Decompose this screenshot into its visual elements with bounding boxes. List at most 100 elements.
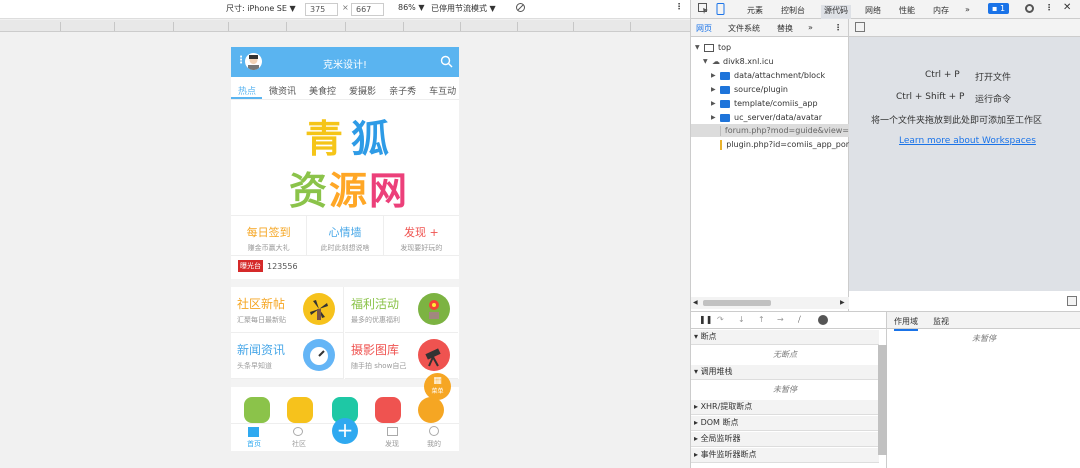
card-news[interactable]: 新闻资讯 头条早知道 bbox=[231, 333, 344, 379]
tab-family[interactable]: 亲子秀 bbox=[382, 77, 422, 99]
nav-menu-icon[interactable]: ⋮ bbox=[834, 23, 842, 32]
workspaces-link[interactable]: Learn more about Workspaces bbox=[899, 136, 1036, 146]
card-gallery[interactable]: 摄影图库 随手拍 show自己 bbox=[345, 333, 458, 379]
banner-char: 网 bbox=[369, 168, 408, 213]
devtools-panel: 元素 控制台 源代码 网络 性能 内存 » ▪ 1 ⋮ ✕ 网页 文件系统 替换… bbox=[690, 0, 1080, 468]
quick-link-sub: 发现要好玩的 bbox=[400, 244, 443, 252]
rotate-icon[interactable] bbox=[515, 2, 526, 15]
tab-scope[interactable]: 作用域 bbox=[894, 316, 918, 331]
section-dom-breakpoints[interactable]: ▸ DOM 断点 bbox=[691, 416, 879, 431]
quick-links: 每日签到 赚金币赢大礼 心情墙 此时此刻想说啥 发现 + 发现要好玩的 bbox=[231, 215, 459, 256]
section-breakpoints[interactable]: ▾ 断点 bbox=[691, 330, 879, 345]
step-out-icon[interactable]: ↑ bbox=[758, 315, 765, 324]
tab-home[interactable]: 首页 bbox=[244, 439, 264, 449]
tree-item-folder[interactable]: ▶ source/plugin bbox=[711, 83, 788, 96]
device-toggle-icon[interactable] bbox=[715, 3, 726, 17]
section-xhr-breakpoints[interactable]: ▸ XHR/提取断点 bbox=[691, 400, 879, 415]
customize-menu-icon[interactable]: ⋮ bbox=[1045, 3, 1053, 12]
device-height-input[interactable]: 667 bbox=[351, 3, 384, 16]
post-plus-button[interactable]: + bbox=[332, 418, 358, 444]
tab-elements[interactable]: 元素 bbox=[747, 5, 763, 16]
discover-link[interactable]: 发现 + 发现要好玩的 bbox=[384, 216, 459, 255]
tab-hot[interactable]: 热点 bbox=[231, 77, 263, 99]
scroll-right-icon[interactable]: ▶ bbox=[840, 299, 845, 306]
nav-more-button[interactable]: » bbox=[808, 23, 813, 32]
tab-car[interactable]: 车互动 bbox=[422, 77, 459, 99]
card-community[interactable]: 社区新帖 汇聚每日最新贴 bbox=[231, 287, 344, 333]
tab-community[interactable]: 社区 bbox=[289, 439, 309, 449]
scope-panel: 作用域 监视 未暂停 bbox=[887, 311, 1080, 468]
settings-gear-icon[interactable] bbox=[1024, 3, 1035, 16]
tab-watch[interactable]: 监视 bbox=[933, 316, 949, 327]
page-title: 克米设计! bbox=[322, 60, 367, 71]
app-star-icon[interactable] bbox=[418, 397, 444, 423]
section-event-listener-breakpoints[interactable]: ▸ 事件监听器断点 bbox=[691, 448, 879, 463]
media-query-ruler bbox=[0, 20, 690, 32]
tree-label: forum.php?mod=guide&view= bbox=[724, 126, 849, 135]
tree-item-file[interactable]: plugin.php?id=comiis_app_por bbox=[720, 138, 849, 151]
search-icon[interactable] bbox=[440, 55, 453, 71]
news-ticker[interactable]: 曝光台 123556 bbox=[238, 258, 298, 274]
issues-badge[interactable]: ▪ 1 bbox=[988, 3, 1010, 14]
tree-item-file-selected[interactable]: forum.php?mod=guide&view= bbox=[691, 124, 849, 137]
step-over-icon[interactable]: ↷ bbox=[717, 315, 724, 324]
grid-icon: ▦ bbox=[433, 376, 442, 386]
device-dimensions-select[interactable]: 尺寸: iPhone SE ▼ bbox=[226, 3, 296, 14]
card-benefits[interactable]: 福利活动 最多的优惠福利 bbox=[345, 287, 458, 333]
tree-item-folder[interactable]: ▶ uc_server/data/avatar bbox=[711, 111, 822, 124]
section-title: 调用堆栈 bbox=[700, 367, 733, 376]
tab-memory[interactable]: 内存 bbox=[933, 5, 949, 16]
scroll-left-icon[interactable]: ◀ bbox=[693, 299, 698, 306]
news-tag: 曝光台 bbox=[238, 260, 263, 272]
tab-micro-news[interactable]: 微资讯 bbox=[262, 77, 302, 99]
tab-console[interactable]: 控制台 bbox=[781, 5, 805, 16]
nav-tab-overrides[interactable]: 替换 bbox=[777, 23, 793, 34]
toggle-debugger-icon[interactable] bbox=[1067, 296, 1077, 306]
flower-pot-icon bbox=[418, 293, 450, 325]
file-navigator: 网页 文件系统 替换 » ⋮ ▼ top ▼ ☁ divk8.xnl.icu ▶… bbox=[691, 19, 849, 311]
close-devtools-icon[interactable]: ✕ bbox=[1063, 2, 1071, 13]
step-icon[interactable]: → bbox=[777, 315, 784, 324]
tab-photo[interactable]: 爱摄影 bbox=[342, 77, 382, 99]
banner-image[interactable]: 青 狐 资 源 网 bbox=[231, 102, 459, 215]
expand-arrow-icon: ▼ bbox=[695, 44, 700, 51]
app-gift-icon[interactable] bbox=[375, 397, 401, 423]
tree-item-folder[interactable]: ▶ template/comiis_app bbox=[711, 97, 818, 110]
pause-icon[interactable]: ❚❚ bbox=[699, 315, 712, 324]
tab-network[interactable]: 网络 bbox=[865, 5, 881, 16]
app-coffee-icon[interactable] bbox=[244, 397, 270, 423]
more-options-icon[interactable]: ⋮ bbox=[675, 2, 683, 11]
device-width-input[interactable]: 375 bbox=[305, 3, 338, 16]
tab-food[interactable]: 美食控 bbox=[302, 77, 342, 99]
tab-mine[interactable]: 我的 bbox=[424, 439, 444, 449]
floating-menu-button[interactable]: ▦ 菜单 bbox=[424, 373, 451, 400]
more-tabs-button[interactable]: » bbox=[965, 5, 970, 14]
throttle-select[interactable]: 已停用节流模式 ▼ bbox=[431, 3, 496, 14]
quick-link-title: 每日签到 bbox=[246, 226, 291, 239]
horizontal-scrollbar[interactable]: ◀ ▶ bbox=[691, 297, 849, 309]
float-label: 菜单 bbox=[431, 388, 444, 395]
zoom-select[interactable]: 86% ▼ bbox=[398, 3, 424, 12]
step-into-icon[interactable]: ↓ bbox=[738, 315, 745, 324]
tree-item-top[interactable]: ▼ top bbox=[695, 41, 731, 54]
banner-char: 资 bbox=[289, 168, 328, 213]
tree-item-domain[interactable]: ▼ ☁ divk8.xnl.icu bbox=[703, 55, 774, 68]
tab-discover[interactable]: 发现 bbox=[382, 439, 402, 449]
tab-performance[interactable]: 性能 bbox=[899, 5, 915, 16]
nav-tab-filesystem[interactable]: 文件系统 bbox=[728, 23, 760, 34]
scroll-thumb[interactable] bbox=[703, 300, 771, 306]
folder-icon bbox=[720, 113, 730, 122]
app-emoji-icon[interactable] bbox=[287, 397, 313, 423]
inspect-icon[interactable] bbox=[698, 3, 709, 16]
toggle-navigator-icon[interactable] bbox=[855, 22, 865, 32]
mood-wall-link[interactable]: 心情墙 此时此刻想说啥 bbox=[307, 216, 384, 255]
nav-tab-page[interactable]: 网页 bbox=[696, 23, 712, 34]
tree-item-folder[interactable]: ▶ data/attachment/block bbox=[711, 69, 825, 82]
vertical-scrollbar[interactable] bbox=[878, 345, 887, 455]
checkin-link[interactable]: 每日签到 赚金币赢大礼 bbox=[231, 216, 308, 255]
pause-on-exceptions-icon[interactable] bbox=[818, 315, 828, 325]
section-global-listeners[interactable]: ▸ 全局监听器 bbox=[691, 432, 879, 447]
deactivate-breakpoints-icon[interactable]: ⧸ bbox=[798, 315, 801, 325]
section-call-stack[interactable]: ▾ 调用堆栈 bbox=[691, 365, 879, 380]
section-title: 事件监听器断点 bbox=[700, 450, 757, 459]
